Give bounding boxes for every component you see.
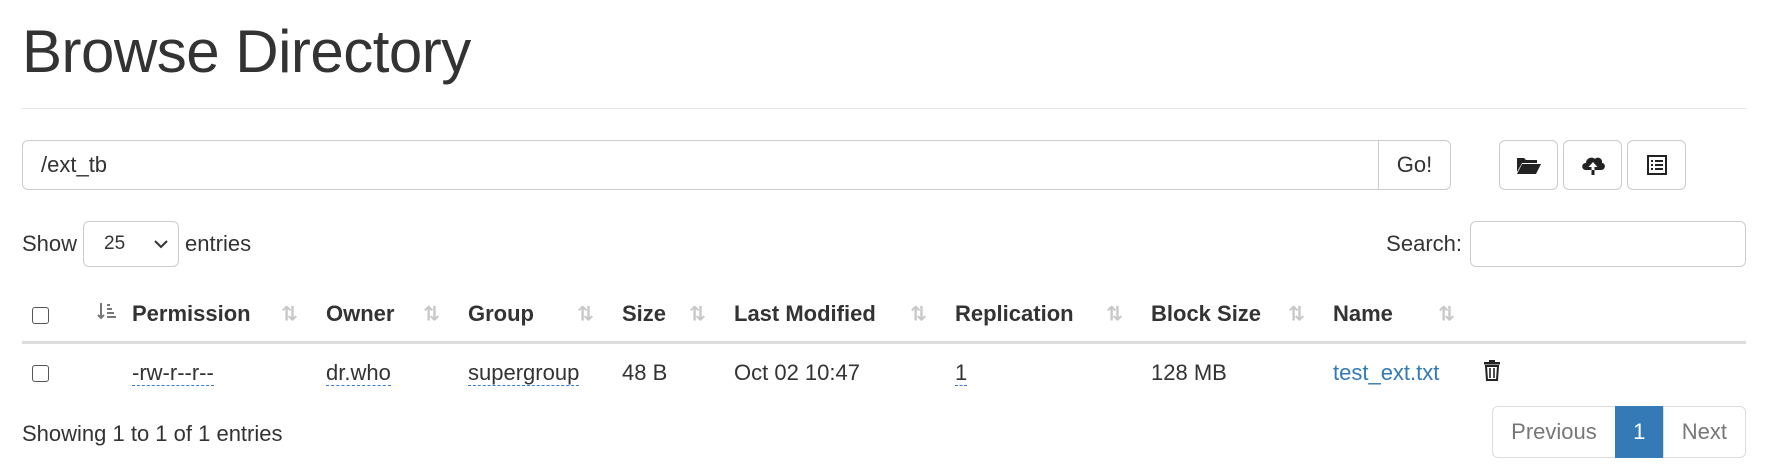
title-divider: [22, 108, 1746, 109]
go-button[interactable]: Go!: [1379, 140, 1451, 190]
last-modified-cell: Oct 02 10:47: [734, 359, 860, 385]
previous-button[interactable]: Previous: [1492, 406, 1616, 458]
list-alt-icon: [1646, 155, 1667, 175]
path-bar: Go!: [22, 140, 1451, 190]
column-last-modified[interactable]: Last Modified ⇅: [720, 288, 941, 344]
column-group-label: Group: [468, 301, 534, 327]
sort-ascending-icon: [96, 301, 116, 327]
create-directory-button[interactable]: [1499, 140, 1558, 190]
row-checkbox[interactable]: [32, 365, 49, 383]
permission-cell: -rw-r--r--: [118, 342, 312, 402]
show-label: Show: [22, 231, 78, 256]
search-input[interactable]: [1470, 221, 1746, 267]
column-size-label: Size: [622, 301, 667, 327]
table-search: Search:: [1386, 221, 1746, 267]
column-group[interactable]: Group ⇅: [454, 288, 608, 344]
upload-files-button[interactable]: [1563, 140, 1622, 190]
sort-icon: ⇅: [1438, 303, 1455, 326]
column-permission[interactable]: Permission ⇅: [118, 288, 312, 344]
entries-select[interactable]: 25: [83, 221, 180, 267]
pagination: Previous 1 Next: [1492, 406, 1746, 458]
owner-value[interactable]: dr.who: [326, 359, 391, 386]
sort-icon: ⇅: [689, 303, 706, 326]
actions-cell: [1469, 342, 1746, 402]
row-spacer-cell: [62, 342, 118, 402]
select-all-checkbox[interactable]: [32, 306, 49, 324]
column-permission-label: Permission: [132, 301, 251, 327]
column-last-modified-label: Last Modified: [734, 301, 876, 327]
sort-icon: ⇅: [1288, 303, 1305, 326]
size-cell: 48 B: [622, 359, 668, 385]
column-name[interactable]: Name ⇅: [1319, 288, 1469, 344]
column-replication[interactable]: Replication ⇅: [941, 288, 1137, 344]
sort-icon: ⇅: [577, 303, 594, 326]
browse-directory-page: Browse Directory Go!: [0, 0, 1789, 472]
column-size[interactable]: Size ⇅: [608, 288, 720, 344]
sort-icon: ⇅: [910, 303, 927, 326]
table-row: -rw-r--r-- dr.who supergroup 48 B Oct 02…: [22, 342, 1746, 402]
column-replication-label: Replication: [955, 301, 1074, 327]
block-size-cell: 128 MB: [1151, 359, 1227, 385]
next-button[interactable]: Next: [1662, 406, 1746, 458]
folder-open-icon: [1516, 155, 1542, 175]
column-owner-label: Owner: [326, 301, 395, 327]
name-cell: test_ext.txt: [1319, 342, 1469, 402]
sort-icon: ⇅: [423, 303, 440, 326]
replication-cell: 1: [941, 342, 1137, 402]
row-select-cell: [22, 342, 62, 402]
column-block-size-label: Block Size: [1151, 301, 1262, 327]
path-input[interactable]: [22, 140, 1379, 190]
page-title: Browse Directory: [22, 18, 471, 85]
actions-column: [1469, 288, 1746, 344]
sort-icon: ⇅: [1106, 303, 1123, 326]
entries-length-control: Show 25 entries: [22, 221, 251, 267]
cloud-upload-icon: [1580, 154, 1606, 176]
select-all-cell: [22, 288, 62, 344]
file-name-link[interactable]: test_ext.txt: [1333, 360, 1439, 385]
directory-toolbar: [1499, 140, 1686, 190]
page-1-button[interactable]: 1: [1614, 406, 1664, 458]
sort-column-header[interactable]: [62, 288, 118, 344]
table-info: Showing 1 to 1 of 1 entries: [22, 421, 283, 446]
column-owner[interactable]: Owner ⇅: [312, 288, 454, 344]
column-name-label: Name: [1333, 301, 1393, 327]
replication-value[interactable]: 1: [955, 359, 968, 386]
group-value[interactable]: supergroup: [468, 359, 580, 386]
search-label: Search:: [1386, 231, 1462, 256]
entries-label: entries: [185, 231, 252, 256]
cut-paste-button[interactable]: [1627, 140, 1686, 190]
trash-icon[interactable]: [1483, 359, 1501, 387]
owner-cell: dr.who: [312, 342, 454, 402]
sort-icon: ⇅: [281, 303, 298, 326]
table-header-row: Permission ⇅ Owner ⇅ Group ⇅ Size ⇅ Last Mod…: [22, 288, 1746, 344]
column-block-size[interactable]: Block Size ⇅: [1137, 288, 1319, 344]
entries-select-value: 25: [104, 233, 126, 254]
file-table: Permission ⇅ Owner ⇅ Group ⇅ Size ⇅ Last Mod…: [22, 288, 1746, 402]
group-cell: supergroup: [454, 342, 608, 402]
permission-value[interactable]: -rw-r--r--: [132, 359, 214, 386]
chevron-down-icon: [154, 233, 168, 255]
